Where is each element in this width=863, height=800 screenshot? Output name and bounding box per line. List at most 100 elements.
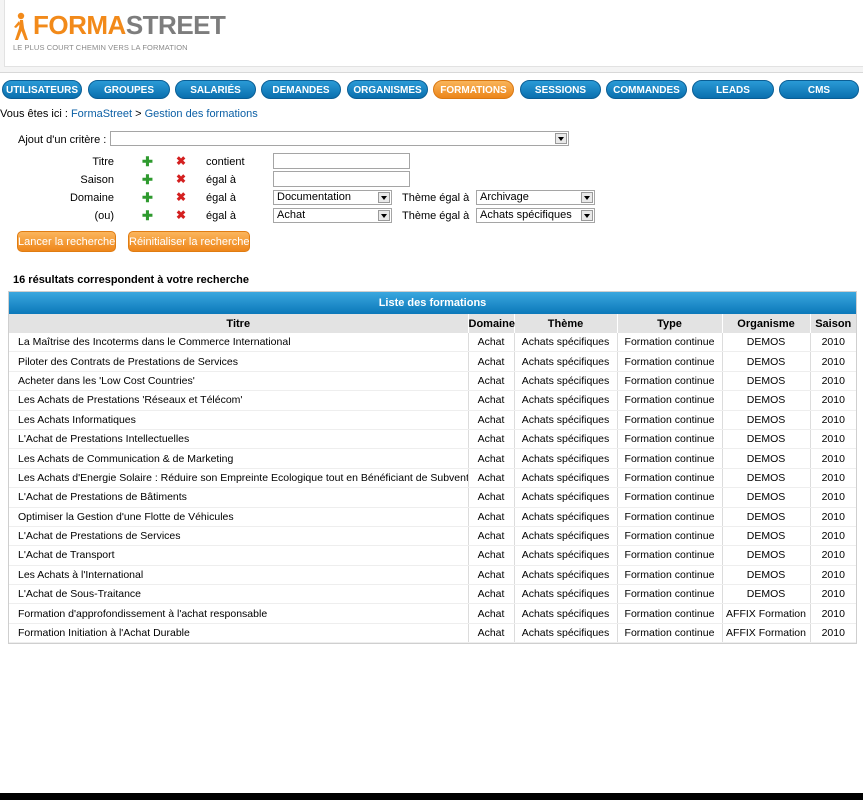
table-row[interactable]: Les Achats de Communication & de Marketi… [9, 448, 856, 469]
cell-organisme: DEMOS [722, 526, 811, 547]
saison-input[interactable] [273, 171, 410, 187]
nav-demandes[interactable]: DEMANDES [261, 80, 341, 99]
dropdown-arrow-icon [378, 192, 390, 203]
cell-titre[interactable]: Les Achats d'Energie Solaire : Réduire s… [9, 468, 469, 489]
operator-saison: égal à [206, 174, 236, 186]
cell-theme: Achats spécifiques [514, 371, 618, 392]
cell-saison: 2010 [810, 448, 856, 469]
cell-saison: 2010 [810, 429, 856, 450]
cell-titre[interactable]: Piloter des Contrats de Prestations de S… [9, 351, 469, 372]
nav-salaries[interactable]: SALARIÉS [175, 80, 256, 99]
cell-theme: Achats spécifiques [514, 584, 618, 605]
breadcrumb-home-link[interactable]: FormaStreet [71, 108, 132, 120]
titre-input[interactable] [273, 153, 410, 169]
delete-icon[interactable]: ✖ [176, 209, 186, 222]
cell-titre[interactable]: L'Achat de Sous-Traitance [9, 584, 469, 605]
col-header-titre[interactable]: Titre [9, 314, 469, 333]
nav-utilisateurs[interactable]: UTILISATEURS [2, 80, 82, 99]
domaine-select[interactable]: Documentation [273, 190, 392, 205]
cell-type: Formation continue [617, 468, 723, 489]
nav-groupes[interactable]: GROUPES [88, 80, 170, 99]
add-icon[interactable]: ✚ [142, 155, 153, 168]
cell-organisme: DEMOS [722, 545, 811, 566]
cell-saison: 2010 [810, 584, 856, 605]
col-header-type[interactable]: Type [617, 314, 723, 333]
cell-type: Formation continue [617, 487, 723, 508]
cell-titre[interactable]: L'Achat de Prestations de Bâtiments [9, 487, 469, 508]
table-row[interactable]: Les Achats d'Energie Solaire : Réduire s… [9, 468, 856, 489]
cell-titre[interactable]: Les Achats Informatiques [9, 410, 469, 430]
cell-saison: 2010 [810, 468, 856, 489]
cell-organisme: DEMOS [722, 390, 811, 411]
table-row[interactable]: L'Achat de Prestations de Services Achat A… [9, 526, 856, 547]
cell-type: Formation continue [617, 333, 723, 353]
search-button[interactable]: Lancer la recherche [17, 231, 116, 252]
nav-organismes[interactable]: ORGANISMES [347, 80, 428, 99]
col-header-theme[interactable]: Thème [514, 314, 618, 333]
cell-domaine: Achat [468, 526, 515, 547]
breadcrumb-separator: > [132, 108, 145, 120]
cell-type: Formation continue [617, 603, 723, 624]
theme-select[interactable]: Archivage [476, 190, 595, 205]
breadcrumb-current-link[interactable]: Gestion des formations [145, 108, 258, 120]
table-row[interactable]: Optimiser la Gestion d'une Flotte de Véh… [9, 507, 856, 527]
domaine-or-select[interactable]: Achat [273, 208, 392, 223]
table-row[interactable]: Formation Initiation à l'Achat Durable Ac… [9, 623, 856, 644]
cell-titre[interactable]: Formation d'approfondissement à l'achat … [9, 603, 469, 624]
col-header-domaine[interactable]: Domaine [468, 314, 515, 333]
delete-icon[interactable]: ✖ [176, 191, 186, 204]
col-header-organisme[interactable]: Organisme [722, 314, 811, 333]
nav-cms[interactable]: CMS [779, 80, 859, 99]
cell-titre[interactable]: Les Achats de Prestations 'Réseaux et Té… [9, 390, 469, 411]
table-row[interactable]: Acheter dans les 'Low Cost Countries' Ach… [9, 371, 856, 392]
cell-type: Formation continue [617, 526, 723, 547]
table-row[interactable]: Les Achats de Prestations 'Réseaux et Té… [9, 390, 856, 411]
cell-titre[interactable]: Optimiser la Gestion d'une Flotte de Véh… [9, 507, 469, 527]
main-nav: UTILISATEURS GROUPES SALARIÉS DEMANDES O… [0, 80, 863, 100]
nav-leads[interactable]: LEADS [692, 80, 774, 99]
cell-titre[interactable]: Les Achats à l'International [9, 565, 469, 586]
reset-button[interactable]: Réinitialiser la recherche [128, 231, 250, 252]
formations-table: Titre Domaine Thème Type Organisme Saiso… [9, 314, 856, 644]
cell-domaine: Achat [468, 410, 515, 430]
delete-icon[interactable]: ✖ [176, 155, 186, 168]
add-criterion-label: Ajout d'un critère : [18, 134, 107, 146]
cell-titre[interactable]: Formation Initiation à l'Achat Durable [9, 623, 469, 644]
cell-domaine: Achat [468, 429, 515, 450]
table-row[interactable]: La Maîtrise des Incoterms dans le Commer… [9, 333, 856, 353]
cell-saison: 2010 [810, 565, 856, 586]
table-row[interactable]: L'Achat de Transport Achat Achats spécifiq… [9, 545, 856, 566]
cell-titre[interactable]: La Maîtrise des Incoterms dans le Commer… [9, 333, 469, 353]
add-icon[interactable]: ✚ [142, 209, 153, 222]
nav-sessions[interactable]: SESSIONS [520, 80, 601, 99]
table-row[interactable]: Les Achats Informatiques Achat Achats spéc… [9, 410, 856, 430]
cell-titre[interactable]: L'Achat de Prestations de Services [9, 526, 469, 547]
cell-organisme: DEMOS [722, 429, 811, 450]
cell-saison: 2010 [810, 390, 856, 411]
cell-titre[interactable]: Acheter dans les 'Low Cost Countries' [9, 371, 469, 392]
theme-or-select[interactable]: Achats spécifiques [476, 208, 595, 223]
delete-icon[interactable]: ✖ [176, 173, 186, 186]
table-row[interactable]: L'Achat de Sous-Traitance Achat Achats spé… [9, 584, 856, 605]
walking-person-icon [14, 12, 28, 40]
nav-commandes[interactable]: COMMANDES [606, 80, 687, 99]
cell-titre[interactable]: L'Achat de Transport [9, 545, 469, 566]
nav-formations[interactable]: FORMATIONS [433, 80, 514, 99]
cell-titre[interactable]: L'Achat de Prestations Intellectuelles [9, 429, 469, 450]
cell-type: Formation continue [617, 507, 723, 527]
cell-type: Formation continue [617, 429, 723, 450]
cell-type: Formation continue [617, 410, 723, 430]
table-row[interactable]: L'Achat de Prestations de Bâtiments Achat… [9, 487, 856, 508]
col-header-saison[interactable]: Saison [810, 314, 856, 333]
add-icon[interactable]: ✚ [142, 191, 153, 204]
table-row[interactable]: L'Achat de Prestations Intellectuelles Ac… [9, 429, 856, 450]
add-icon[interactable]: ✚ [142, 173, 153, 186]
cell-theme: Achats spécifiques [514, 390, 618, 411]
cell-domaine: Achat [468, 448, 515, 469]
theme-or-value: Achats spécifiques [480, 209, 572, 221]
table-row[interactable]: Formation d'approfondissement à l'achat … [9, 603, 856, 624]
cell-titre[interactable]: Les Achats de Communication & de Marketi… [9, 448, 469, 469]
table-row[interactable]: Piloter des Contrats de Prestations de S… [9, 351, 856, 372]
add-criterion-select[interactable] [110, 131, 569, 146]
table-row[interactable]: Les Achats à l'International Achat Achats … [9, 565, 856, 586]
